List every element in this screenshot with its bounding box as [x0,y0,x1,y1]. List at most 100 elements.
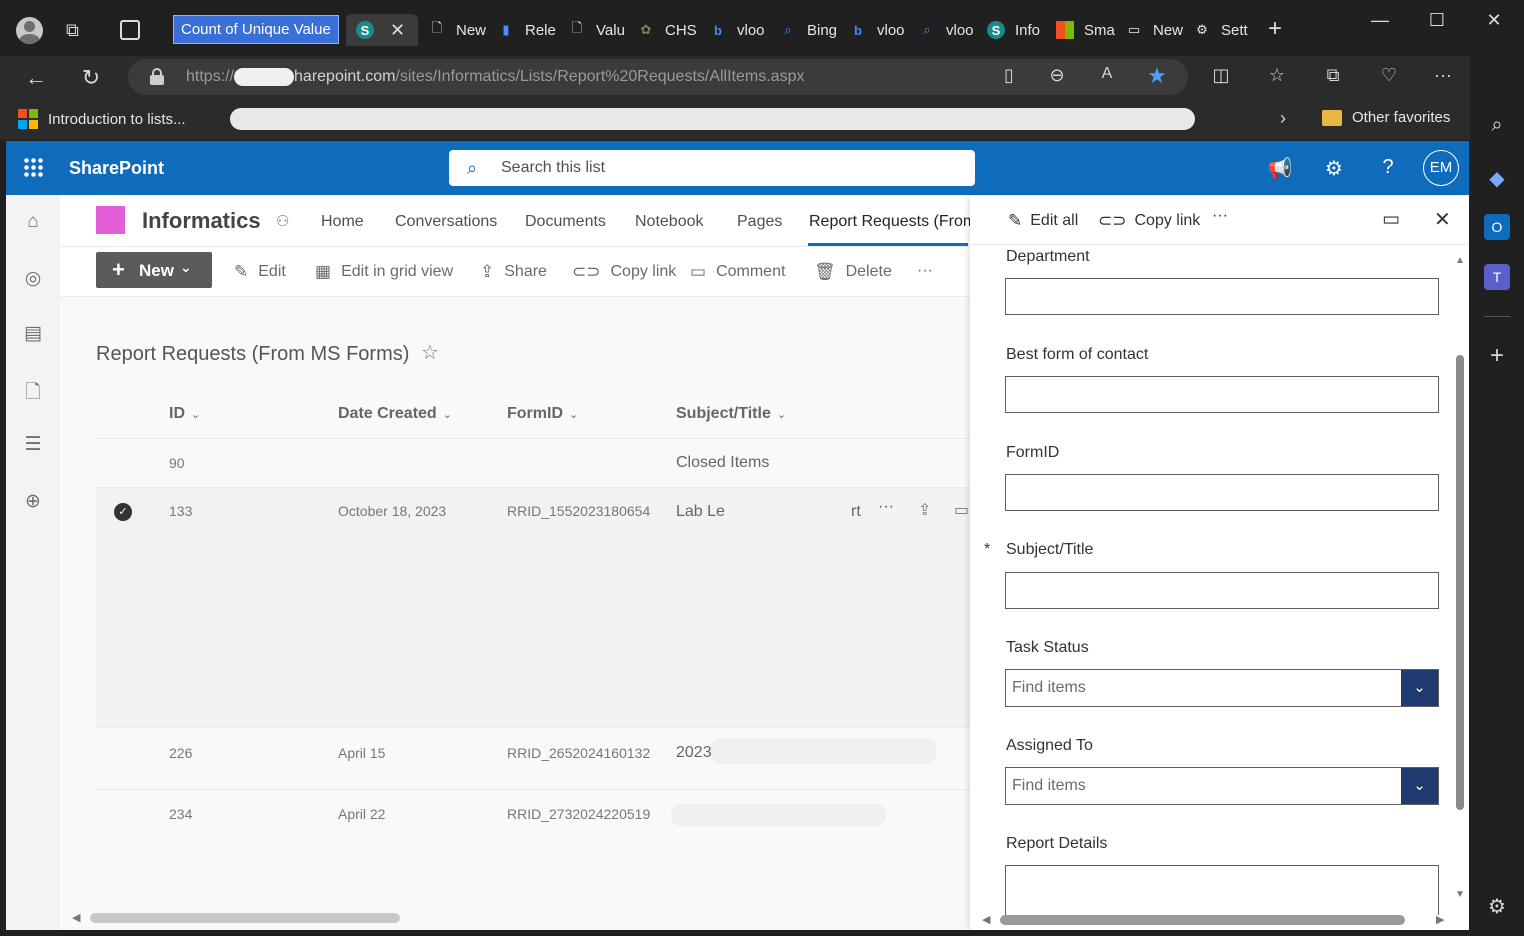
more-icon[interactable]: ··· [1430,65,1456,89]
edit-grid-button[interactable]: ▦ Edit in grid view [315,262,453,282]
maximize-icon[interactable]: ☐ [1417,10,1457,34]
nav-report-requests[interactable]: Report Requests (From [809,213,970,231]
delete-button[interactable]: 🗑 Delete [814,262,892,282]
site-title[interactable]: Informatics [142,208,261,234]
outlook-icon[interactable]: O [1484,214,1510,240]
share-icon[interactable]: ⇪ [918,500,931,520]
tab-vloo-2[interactable]: b vloo [849,14,909,46]
task-status-picker[interactable]: Find items ⌄ [1005,669,1439,707]
home-icon[interactable]: ⌂ [20,211,46,237]
close-panel-icon[interactable]: ✕ [1434,207,1451,232]
nav-notebook[interactable]: Notebook [635,213,704,231]
comment-icon[interactable]: ▭ [954,500,969,520]
checkmark-icon[interactable]: ✓ [114,503,132,521]
scroll-up-icon[interactable]: ▲ [1455,255,1465,266]
best-contact-field[interactable] [1005,376,1439,413]
nav-home[interactable]: Home [321,213,364,231]
list-icon[interactable]: ☰ [20,433,46,459]
horizontal-scrollbar[interactable] [90,913,400,923]
gear-icon[interactable]: ⚙ [1321,156,1347,182]
edit-button[interactable]: ✎ Edit [234,262,286,282]
panel-more-icon[interactable]: ··· [1212,207,1228,225]
file-icon[interactable]: 🗋 [20,378,46,404]
url-field[interactable]: https:// harepoint.com/sites/Informatics/… [128,59,1188,95]
settings-icon[interactable]: ⚙ [1484,894,1510,920]
column-header-id[interactable]: ID ⌄ [169,405,200,423]
scroll-left-icon[interactable]: ◀ [72,911,80,924]
column-header-date-created[interactable]: Date Created ⌄ [338,405,452,423]
column-header-subject[interactable]: Subject/Title ⌄ [676,405,786,423]
collections-icon[interactable]: ⧉ [1320,65,1346,89]
workspaces-icon[interactable]: ⧉ [66,20,90,42]
split-screen-icon[interactable]: ◫ [1208,65,1234,89]
tab-settings[interactable]: ⚙ Sett [1193,14,1253,46]
health-icon[interactable]: ♡ [1376,65,1402,89]
nav-conversations[interactable]: Conversations [395,213,497,231]
back-icon[interactable]: ← [23,65,49,90]
tab-rele[interactable]: ▮ Rele [497,14,557,46]
row-more-icon[interactable]: ··· [878,498,894,516]
news-icon[interactable]: ▤ [20,322,46,348]
create-icon[interactable]: ⊕ [20,490,46,516]
table-row-selected[interactable]: ✓ 133 October 18, 2023 RRID_155202318065… [96,488,970,728]
copy-link-button[interactable]: ⊂⊃ Copy link [572,262,676,282]
panel-horizontal-scrollbar[interactable] [1000,915,1405,925]
chevron-right-icon[interactable]: › [1280,108,1286,129]
favorite-star-icon[interactable]: ★ [1144,63,1170,88]
search-input[interactable]: ⌕ Search this list [449,150,975,186]
close-tab-icon[interactable]: ✕ [390,20,405,41]
tab-chs[interactable]: ✿ CHS [637,14,699,46]
cell-subject[interactable]: 2023 [676,744,712,762]
table-row[interactable]: 226 April 15 RRID_2652024160132 2023 [96,728,970,790]
teams-icon[interactable]: T [1484,264,1510,290]
panel-copy-link-button[interactable]: ⊂⊃ Copy link [1098,211,1200,231]
refresh-icon[interactable]: ↻ [78,65,104,90]
table-row[interactable]: 90 Closed Items [96,439,970,488]
help-icon[interactable]: ? [1375,156,1401,182]
favorite-star-icon[interactable]: ☆ [421,340,439,365]
copilot-sidebar-icon[interactable]: ◆ [1484,166,1510,192]
tab-count-of-unique-value[interactable]: Count of Unique Value [173,15,339,44]
scroll-right-icon[interactable]: ▶ [1436,913,1444,926]
favorite-introduction-to-lists[interactable]: Introduction to lists... [18,109,186,129]
tab-new-1[interactable]: 🗋 New [428,14,488,46]
site-logo[interactable] [96,206,125,234]
formid-field[interactable] [1005,474,1439,511]
read-aloud-icon[interactable]: A [1094,65,1120,89]
tab-vloo-1[interactable]: b vloo [709,14,769,46]
chevron-down-icon[interactable]: ⌄ [1401,768,1438,804]
nav-documents[interactable]: Documents [525,213,606,231]
new-button[interactable]: + New ⌄ [96,252,212,288]
tab-bing[interactable]: ⌕ Bing [779,14,839,46]
chevron-down-icon[interactable]: ⌄ [1401,670,1438,706]
reader-icon[interactable]: ▯ [996,65,1022,89]
comments-icon[interactable]: ▭ [1382,208,1400,231]
tab-sharepoint-active[interactable]: S ✕ [346,14,418,46]
tab-valu[interactable]: 🗋 Valu [568,14,628,46]
scroll-down-icon[interactable]: ▼ [1455,889,1465,900]
tab-info[interactable]: S Info [987,14,1047,46]
table-row[interactable]: 234 April 22 RRID_2732024220519 [96,790,970,850]
favorites-icon[interactable]: ☆ [1264,65,1290,89]
tab-actions-icon[interactable] [120,20,140,40]
department-field[interactable] [1005,278,1439,315]
column-header-formid[interactable]: FormID ⌄ [507,405,578,423]
app-launcher-icon[interactable] [23,157,43,177]
cell-subject[interactable]: Lab Le [676,503,725,521]
share-button[interactable]: ⇪ Share [480,262,547,282]
other-favorites[interactable]: Other favorites [1322,109,1450,126]
globe-icon[interactable]: ◎ [20,267,46,293]
scroll-left-icon[interactable]: ◀ [982,913,990,926]
brand-name[interactable]: SharePoint [69,158,164,179]
vertical-scrollbar[interactable] [1456,355,1464,810]
edit-all-button[interactable]: ✎ Edit all [1008,211,1078,231]
tab-new-2[interactable]: ▭ New [1125,14,1185,46]
profile-icon[interactable] [16,17,43,44]
tab-vloo-3[interactable]: ⌕ vloo [918,14,978,46]
report-details-field[interactable] [1005,865,1439,915]
subject-field[interactable] [1005,572,1439,609]
more-commands-icon[interactable]: ··· [917,262,933,280]
minimize-icon[interactable]: — [1360,10,1400,34]
avatar[interactable]: EM [1423,150,1459,186]
megaphone-icon[interactable]: 📢 [1267,156,1293,182]
